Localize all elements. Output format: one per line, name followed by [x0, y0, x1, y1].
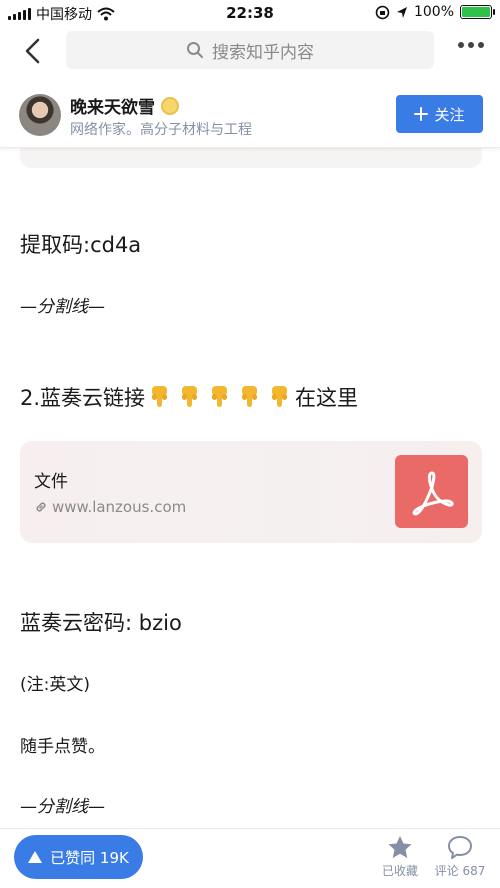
comment-button[interactable]: 评论 687 [430, 835, 490, 879]
previous-link-card[interactable] [20, 148, 482, 168]
badge-icon [161, 96, 179, 115]
plus-icon [414, 107, 429, 121]
like-hint-text: 随手点赞。 [20, 737, 105, 757]
location-icon [396, 6, 407, 18]
more-icon[interactable] [458, 42, 484, 48]
password-line: 蓝奏云密码: bzio [20, 611, 182, 635]
search-icon [187, 42, 203, 58]
vote-label: 已赞同 19K [50, 848, 129, 867]
author-bar: 晚来天欲雪 网络作家。高分子材料与工程 关注 [0, 80, 500, 148]
collect-label: 已收藏 [381, 864, 418, 878]
collect-button[interactable]: 已收藏 [370, 835, 430, 879]
follow-label: 关注 [434, 105, 465, 124]
link-icon [36, 502, 46, 512]
pointing-down-icon [272, 386, 288, 407]
lanzou-heading-prefix: 2.蓝奏云链接 [20, 386, 146, 410]
status-bar: 中国移动 22:38 100% [0, 0, 500, 26]
pointing-down-icon [152, 386, 168, 407]
bottom-action-bar: 已赞同 19K 已收藏 评论 687 [0, 828, 500, 888]
follow-button[interactable]: 关注 [396, 95, 483, 133]
upvote-icon [28, 851, 43, 863]
link-card-url: www.lanzous.com [34, 498, 186, 516]
note-text: (注:英文) [20, 675, 90, 695]
link-url-text: www.lanzous.com [52, 498, 187, 516]
status-right: 100% [375, 4, 495, 20]
battery-level [462, 7, 490, 17]
author-bio: 网络作家。高分子材料与工程 [70, 122, 252, 138]
back-icon[interactable] [18, 36, 48, 66]
search-input[interactable]: 搜索知乎内容 [66, 31, 434, 69]
author-name-row[interactable]: 晚来天欲雪 [70, 93, 179, 118]
comment-icon [448, 836, 472, 859]
search-placeholder: 搜索知乎内容 [212, 42, 314, 63]
star-icon [388, 836, 412, 858]
avatar[interactable] [19, 94, 61, 136]
author-name[interactable]: 晚来天欲雪 [70, 93, 155, 118]
pointing-down-icons [149, 385, 291, 409]
battery-icon [460, 5, 495, 19]
link-card[interactable]: 文件 www.lanzous.com [20, 441, 482, 543]
rotation-lock-icon [375, 5, 390, 19]
battery-percent: 100% [413, 4, 454, 20]
pointing-down-icon [182, 386, 198, 407]
pointing-down-icon [212, 386, 228, 407]
pointing-down-icon [242, 386, 258, 407]
vote-button[interactable]: 已赞同 19K [14, 835, 143, 879]
comment-label: 评论 687 [434, 864, 486, 878]
lanzou-heading-suffix: 在这里 [295, 386, 359, 410]
link-card-title: 文件 [34, 472, 68, 492]
nav-bar: 搜索知乎内容 [0, 26, 500, 76]
pdf-icon [395, 455, 468, 528]
lanzou-heading: 2.蓝奏云链接 在这里 [20, 382, 358, 412]
extract-code-line: 提取码:cd4a [20, 233, 142, 257]
divider-text: —分割线— [20, 297, 105, 317]
divider-text: —分割线— [20, 797, 105, 817]
